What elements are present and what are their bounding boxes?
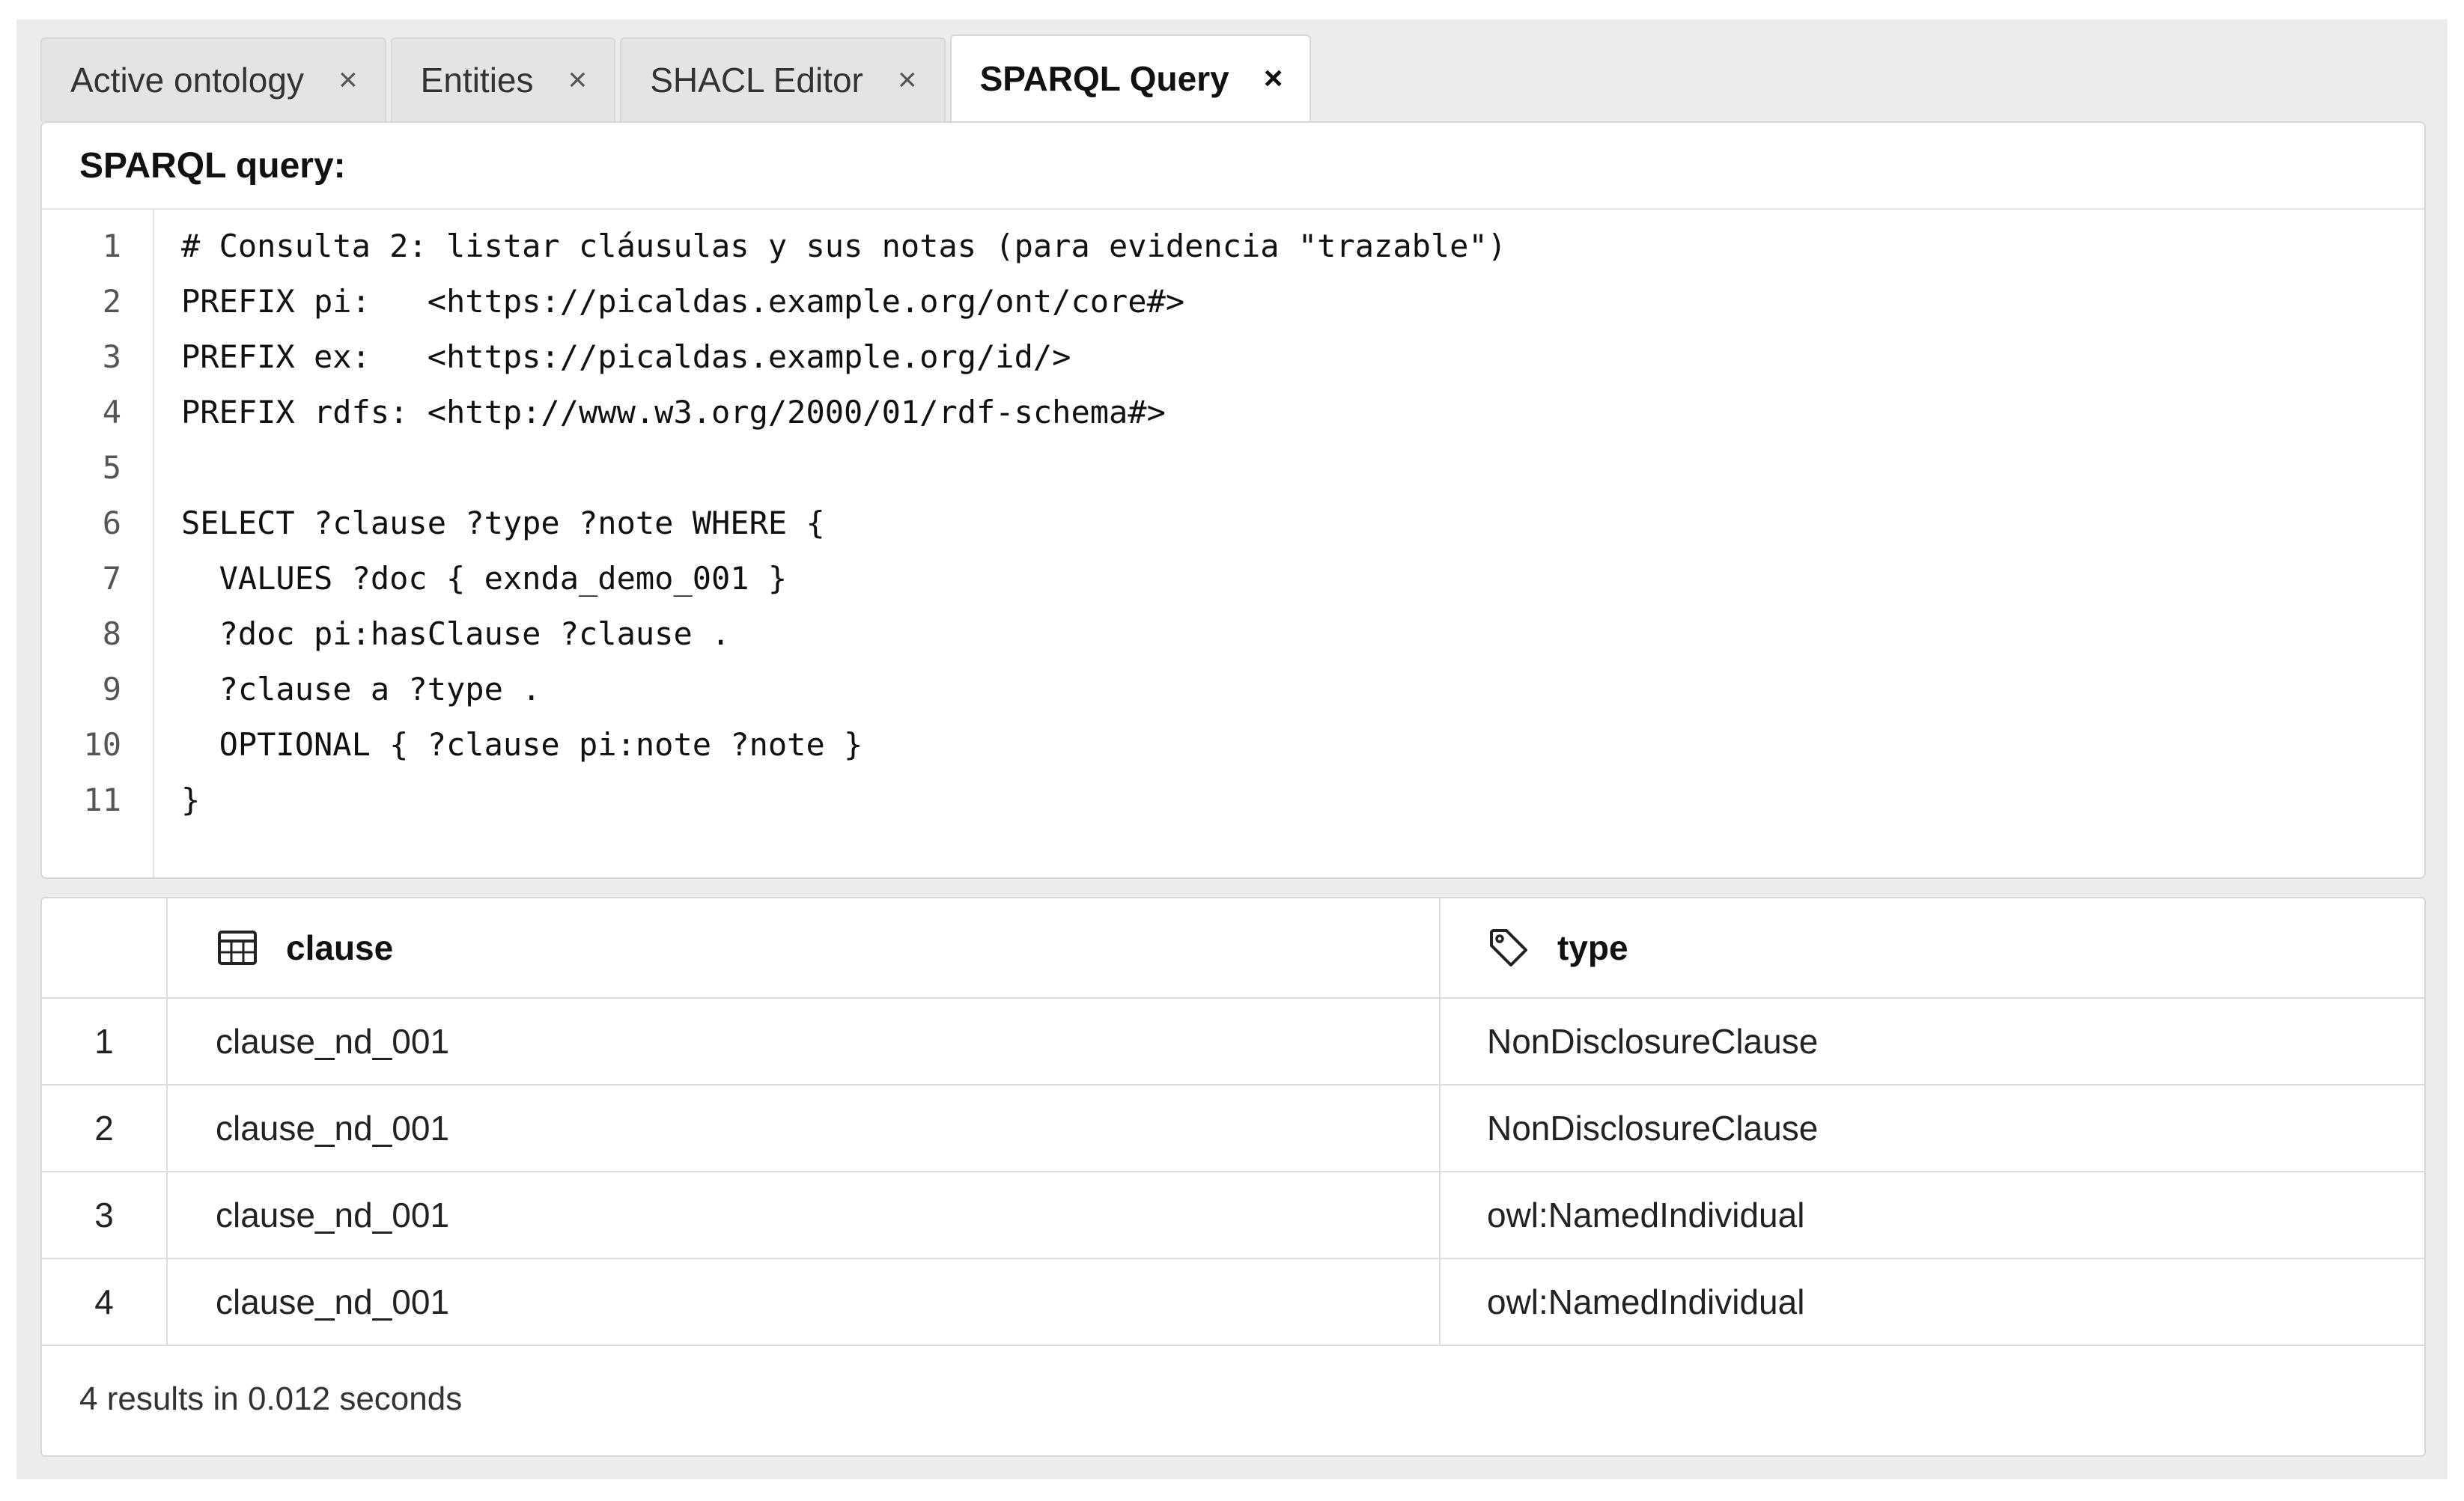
table-row[interactable]: 4 clause_nd_001 owl:NamedIndividual xyxy=(42,1259,2424,1346)
close-icon[interactable]: × xyxy=(1264,60,1283,97)
row-index: 1 xyxy=(42,999,168,1084)
results-panel: clause type 1 clause_nd_001 NonDisclosur… xyxy=(40,897,2426,1457)
line-number: 8 xyxy=(102,615,121,652)
code-line[interactable]: ?clause a ?type . xyxy=(181,662,541,717)
query-panel-title: SPARQL query: xyxy=(42,123,2424,210)
line-number: 9 xyxy=(102,671,121,707)
tab-label: SPARQL Query xyxy=(979,59,1229,98)
column-header-label: type xyxy=(1557,928,1628,967)
tab-label: Active ontology xyxy=(70,61,304,100)
type-cell[interactable]: NonDisclosureClause xyxy=(1441,999,2426,1084)
close-icon[interactable]: × xyxy=(338,61,358,99)
line-number: 5 xyxy=(102,449,121,486)
tab-active-ontology[interactable]: Active ontology × xyxy=(40,37,386,121)
tag-icon xyxy=(1487,926,1530,969)
code-line[interactable]: # Consulta 2: listar cláusulas y sus not… xyxy=(181,219,1506,274)
line-number: 4 xyxy=(102,394,121,430)
tab-label: Entities xyxy=(420,61,534,100)
line-number: 7 xyxy=(102,560,121,597)
code-line[interactable]: SELECT ?clause ?type ?note WHERE { xyxy=(181,496,825,551)
code-line[interactable]: PREFIX pi: <https://picaldas.example.org… xyxy=(181,274,1184,329)
row-index: 4 xyxy=(42,1259,168,1345)
results-summary: 4 results in 0.012 seconds xyxy=(79,1380,463,1417)
page: Active ontology × Entities × SHACL Edito… xyxy=(0,0,2464,1501)
code-line[interactable]: OPTIONAL { ?clause pi:note ?note } xyxy=(181,717,863,773)
line-number: 6 xyxy=(102,505,121,541)
row-index: 3 xyxy=(42,1172,168,1258)
line-number: 11 xyxy=(83,782,121,818)
line-number: 10 xyxy=(83,726,121,763)
query-editor[interactable]: 1 2 3 4 5 6 7 8 9 10 11 # Consulta 2: li… xyxy=(42,210,2424,877)
clause-cell[interactable]: clause_nd_001 xyxy=(168,999,1441,1084)
close-icon[interactable]: × xyxy=(898,61,917,99)
tab-bar: Active ontology × Entities × SHACL Edito… xyxy=(40,34,1315,121)
line-number-gutter: 1 2 3 4 5 6 7 8 9 10 11 xyxy=(42,210,154,877)
code-line[interactable]: VALUES ?doc { exnda_demo_001 } xyxy=(181,551,788,606)
code-line[interactable]: PREFIX rdfs: <http://www.w3.org/2000/01/… xyxy=(181,385,1166,440)
type-cell[interactable]: NonDisclosureClause xyxy=(1441,1086,2426,1171)
code-line[interactable]: PREFIX ex: <https://picaldas.example.org… xyxy=(181,329,1071,385)
table-row[interactable]: 2 clause_nd_001 NonDisclosureClause xyxy=(42,1086,2424,1172)
table-row[interactable]: 3 clause_nd_001 owl:NamedIndividual xyxy=(42,1172,2424,1259)
column-header-type[interactable]: type xyxy=(1441,898,2426,997)
line-number: 1 xyxy=(102,228,121,264)
tab-entities[interactable]: Entities × xyxy=(390,37,616,121)
close-icon[interactable]: × xyxy=(568,61,588,99)
clause-cell[interactable]: clause_nd_001 xyxy=(168,1259,1441,1345)
line-number: 2 xyxy=(102,283,121,320)
type-cell[interactable]: owl:NamedIndividual xyxy=(1441,1172,2426,1258)
clause-cell[interactable]: clause_nd_001 xyxy=(168,1086,1441,1171)
index-header-cell xyxy=(42,898,168,997)
code-line[interactable]: ?doc pi:hasClause ?clause . xyxy=(181,606,731,662)
row-index: 2 xyxy=(42,1086,168,1171)
table-header-row: clause type xyxy=(42,898,2424,999)
code-line[interactable]: } xyxy=(181,773,200,828)
results-table: clause type 1 clause_nd_001 NonDisclosur… xyxy=(42,898,2424,1346)
clause-cell[interactable]: clause_nd_001 xyxy=(168,1172,1441,1258)
tab-shacl-editor[interactable]: SHACL Editor × xyxy=(620,37,946,121)
table-row[interactable]: 1 clause_nd_001 NonDisclosureClause xyxy=(42,999,2424,1086)
table-icon xyxy=(216,926,259,969)
tab-sparql-query[interactable]: SPARQL Query × xyxy=(949,34,1312,121)
type-cell[interactable]: owl:NamedIndividual xyxy=(1441,1259,2426,1345)
tab-label: SHACL Editor xyxy=(650,61,863,100)
column-header-clause[interactable]: clause xyxy=(168,898,1441,997)
line-number: 3 xyxy=(102,338,121,375)
query-panel: SPARQL query: 1 2 3 4 5 6 7 8 9 10 11 # … xyxy=(40,121,2426,879)
column-header-label: clause xyxy=(286,928,394,967)
